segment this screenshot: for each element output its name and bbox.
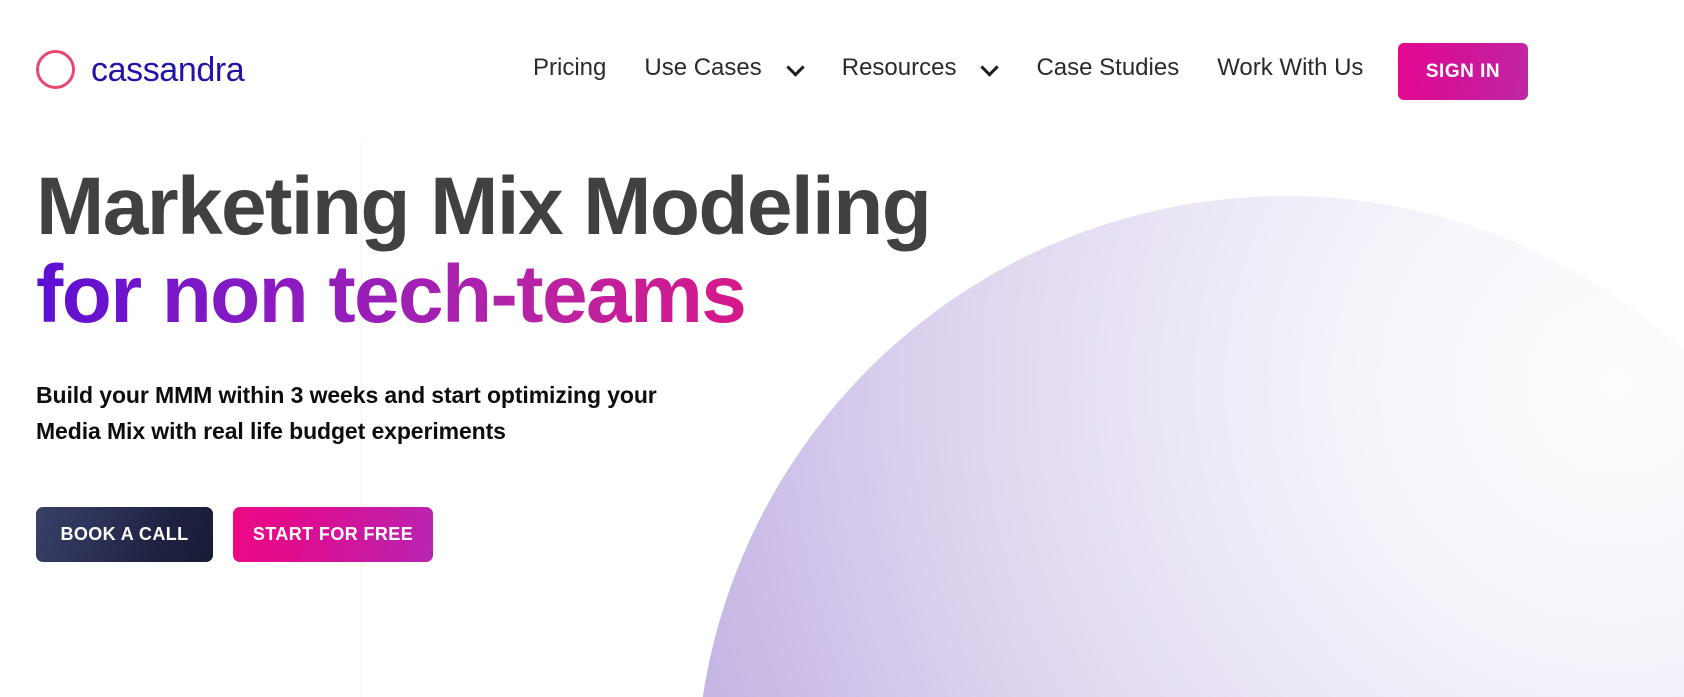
nav-item-use-cases[interactable]: Use Cases bbox=[644, 56, 803, 80]
site-header: cassandra Pricing Use Cases Resources Ca… bbox=[0, 0, 1684, 143]
hero-cta-group: BOOK A CALL START FOR FREE bbox=[36, 507, 930, 563]
brand-wordmark: cassandra bbox=[91, 50, 245, 89]
hero-subtitle-line-1: Build your MMM within 3 weeks and start … bbox=[36, 382, 657, 408]
sign-in-button[interactable]: SIGN IN bbox=[1398, 43, 1528, 100]
book-a-call-button[interactable]: BOOK A CALL bbox=[36, 507, 213, 563]
logo-link[interactable]: cassandra bbox=[36, 50, 245, 89]
nav-item-pricing[interactable]: Pricing bbox=[533, 56, 606, 80]
chevron-down-icon bbox=[982, 60, 998, 76]
nav-item-work-with-us[interactable]: Work With Us bbox=[1217, 56, 1363, 80]
main-navigation: Pricing Use Cases Resources Case Studies… bbox=[533, 56, 1363, 80]
chevron-down-icon bbox=[788, 60, 804, 76]
nav-item-label: Pricing bbox=[533, 54, 607, 81]
circle-outline-icon bbox=[36, 50, 75, 89]
hero-title-line-1: Marketing Mix Modeling bbox=[36, 161, 932, 252]
nav-item-label: Case Studies bbox=[1036, 54, 1180, 81]
hero-subtitle: Build your MMM within 3 weeks and start … bbox=[36, 378, 696, 449]
nav-item-resources[interactable]: Resources bbox=[842, 56, 999, 80]
hero-subtitle-line-2: Media Mix with real life budget experime… bbox=[36, 417, 506, 444]
nav-item-case-studies[interactable]: Case Studies bbox=[1036, 56, 1179, 80]
hero-section: Marketing Mix Modeling for non tech-team… bbox=[36, 161, 932, 563]
nav-item-label: Work With Us bbox=[1217, 54, 1364, 81]
hero-title-line-2: for non tech-teams bbox=[36, 254, 930, 336]
start-for-free-button[interactable]: START FOR FREE bbox=[233, 507, 433, 563]
hero-title: Marketing Mix Modeling for non tech-team… bbox=[36, 161, 932, 336]
nav-item-label: Resources bbox=[841, 54, 957, 81]
landing-page: cassandra Pricing Use Cases Resources Ca… bbox=[0, 0, 1684, 697]
nav-item-label: Use Cases bbox=[644, 54, 762, 81]
